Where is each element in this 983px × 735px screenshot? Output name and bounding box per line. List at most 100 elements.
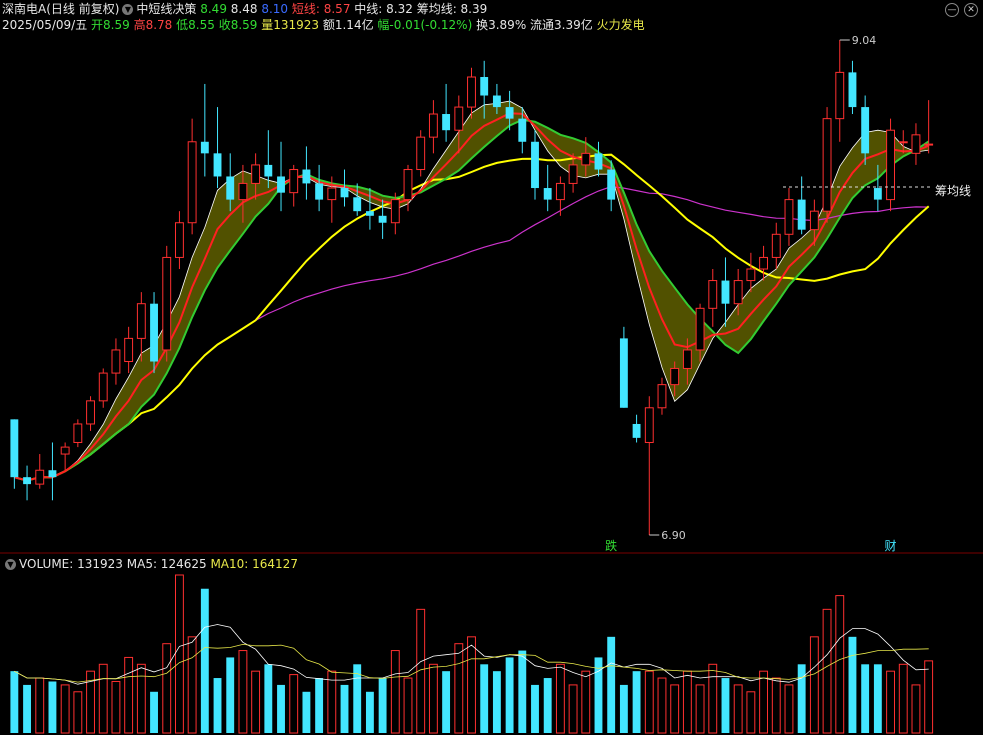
volume-value: VOLUME: 131923	[19, 557, 123, 571]
volume-bar	[822, 608, 832, 734]
volume-bar	[454, 643, 464, 734]
volume-bar	[568, 684, 578, 734]
volume-bar	[60, 684, 70, 734]
price-panel[interactable]	[10, 40, 934, 535]
candle-body	[200, 141, 209, 154]
marker-cai: 财	[885, 539, 897, 553]
candle-body	[136, 303, 146, 339]
volume-bar	[733, 684, 743, 734]
volume-panel[interactable]	[10, 574, 934, 734]
ma10-value: MA10: 164127	[210, 557, 298, 571]
candle-body	[632, 423, 641, 438]
volume-bar	[746, 691, 756, 734]
volume-bar	[23, 684, 31, 733]
candle-body	[111, 349, 121, 374]
volume-bar	[174, 574, 184, 734]
chevron-down-icon[interactable]: ▼	[5, 559, 16, 570]
candle-body	[251, 164, 261, 184]
candle-body	[23, 477, 31, 485]
candle-body	[442, 114, 451, 131]
candle-body	[238, 182, 248, 201]
volume-bar	[924, 660, 934, 734]
volume-bar	[797, 664, 806, 733]
volume-bar	[759, 670, 769, 734]
volume-bar	[365, 691, 374, 733]
candle-body	[835, 71, 845, 120]
candle-body	[822, 118, 832, 212]
volume-bar	[492, 671, 501, 733]
volume-bar	[200, 588, 209, 733]
volume-bar	[911, 684, 921, 734]
candle-body	[327, 187, 337, 201]
candle-body	[695, 307, 705, 351]
marker-die: 跌	[605, 538, 617, 553]
candle-body	[162, 256, 172, 351]
candle-body	[480, 77, 489, 96]
volume-bar	[277, 684, 285, 733]
candle-body	[35, 469, 45, 485]
volume-bar	[73, 691, 83, 734]
candle-body	[289, 169, 299, 194]
volume-bar	[695, 684, 705, 734]
volume-bar	[898, 663, 908, 734]
candle-body	[213, 153, 222, 177]
candle-body	[390, 199, 400, 224]
volume-bar	[543, 678, 552, 733]
candle-body	[378, 215, 387, 223]
candle-body	[315, 183, 324, 200]
candle-body	[492, 95, 501, 108]
candle-body	[10, 419, 19, 478]
candle-body	[340, 188, 349, 198]
candle-body	[797, 199, 806, 230]
candle-body	[619, 338, 628, 408]
volume-bar	[264, 664, 273, 733]
candle-body	[746, 268, 756, 282]
candle-body	[924, 143, 934, 146]
candle-body	[848, 72, 857, 108]
candle-body	[771, 233, 781, 258]
candle-body	[644, 407, 654, 443]
volume-bar	[518, 650, 527, 733]
candle-body	[454, 106, 464, 131]
volume-bar	[886, 670, 895, 734]
candle-body	[86, 400, 95, 425]
candle-body	[861, 107, 870, 154]
volume-bar	[289, 674, 299, 734]
candle-body	[187, 141, 197, 224]
candle-body	[428, 113, 438, 138]
candle-body	[886, 129, 895, 201]
volume-bar	[378, 678, 387, 733]
volume-bar	[809, 636, 819, 734]
volume-bar	[187, 636, 197, 734]
candle-body	[467, 76, 476, 108]
ma5-value: MA5: 124625	[126, 557, 207, 571]
volume-bar	[873, 664, 882, 733]
candle-body	[568, 164, 578, 184]
volume-bar	[340, 684, 349, 733]
volume-bar	[35, 677, 45, 734]
volume-bar	[708, 663, 718, 734]
candle-body	[898, 141, 908, 144]
series-green	[14, 118, 930, 482]
candle-body	[784, 199, 794, 235]
candle-body	[518, 118, 527, 142]
volume-bar	[861, 664, 870, 733]
candle-body	[708, 280, 718, 309]
volume-bar	[682, 670, 692, 734]
candle-body	[911, 134, 921, 154]
chip-line-label: 筹均线	[935, 184, 971, 198]
candle-body	[531, 141, 539, 189]
volume-bar	[505, 657, 514, 733]
candle-body	[403, 169, 413, 201]
volume-bar	[226, 657, 235, 733]
low-label: 6.90	[661, 529, 686, 542]
volume-bar	[848, 636, 857, 733]
candle-body	[353, 197, 362, 212]
volume-bar	[403, 677, 413, 734]
candle-body	[657, 384, 667, 409]
volume-header: ▼ VOLUME: 131923 MA5: 124625 MA10: 164127	[2, 556, 298, 572]
high-label: 9.04	[852, 34, 877, 47]
candle-body	[277, 176, 285, 193]
volume-bar	[150, 691, 158, 733]
candle-body	[416, 136, 426, 171]
